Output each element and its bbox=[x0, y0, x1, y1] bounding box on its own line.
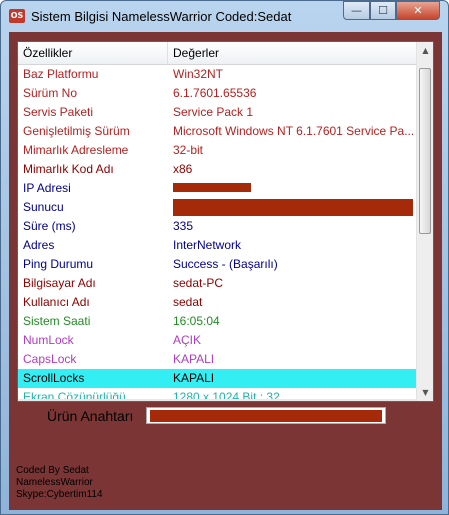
list-row[interactable]: Servis Paketi Service Pack 1 bbox=[18, 103, 416, 122]
value-cell: 335 bbox=[173, 219, 194, 233]
value-cell: KAPALI bbox=[173, 352, 215, 366]
list-row[interactable]: Genişletilmiş Sürüm Microsoft Windows NT … bbox=[18, 122, 416, 141]
product-key-label: Ürün Anahtarı bbox=[47, 408, 134, 424]
title-bar[interactable]: OS Sistem Bilgisi NamelessWarrior Coded:… bbox=[1, 1, 448, 33]
property-cell: Sürüm No bbox=[23, 86, 78, 100]
list-row[interactable]: Adres InterNetwork bbox=[18, 236, 416, 255]
minimize-button[interactable]: — bbox=[343, 1, 370, 20]
property-cell: IP Adresi bbox=[23, 181, 71, 195]
redaction-bar bbox=[173, 183, 251, 192]
list-row[interactable]: Bilgisayar Adı sedat-PC bbox=[18, 274, 416, 293]
property-cell: Mimarlık Kod Adı bbox=[23, 162, 114, 176]
list-row[interactable]: Ping Durumu Success - (Başarılı) bbox=[18, 255, 416, 274]
value-cell: 16:05:04 bbox=[173, 314, 220, 328]
value-cell bbox=[173, 179, 413, 198]
credit-line: Skype:Cybertim114 bbox=[16, 489, 103, 500]
scroll-down-arrow-icon[interactable]: ▼ bbox=[417, 384, 433, 401]
column-header-values[interactable]: Değerler bbox=[168, 42, 416, 64]
value-cell: Microsoft Windows NT 6.1.7601 Service Pa… bbox=[173, 124, 413, 138]
property-cell: Sistem Saati bbox=[23, 314, 91, 328]
value-cell: Service Pack 1 bbox=[173, 105, 254, 119]
property-cell: Adres bbox=[23, 238, 55, 252]
list-row[interactable]: Mimarlık Kod Adı x86 bbox=[18, 160, 416, 179]
list-row[interactable]: Mimarlık Adresleme 32-bit bbox=[18, 141, 416, 160]
value-cell: sedat-PC bbox=[173, 276, 224, 290]
value-cell: InterNetwork bbox=[173, 238, 242, 252]
client-area: Özellikler Değerler Baz Platformu Win32NT… bbox=[9, 32, 442, 510]
redaction-bar bbox=[173, 199, 413, 216]
list-row[interactable]: Sistem Saati 16:05:04 bbox=[18, 312, 416, 331]
credit-line: NamelessWarrior bbox=[16, 477, 93, 488]
property-cell: NumLock bbox=[23, 333, 74, 347]
window-title: Sistem Bilgisi NamelessWarrior Coded:Sed… bbox=[31, 9, 292, 24]
scroll-up-arrow-icon[interactable]: ▲ bbox=[417, 42, 433, 59]
list-row[interactable]: ScrollLocks KAPALI bbox=[18, 369, 416, 388]
value-cell: x86 bbox=[173, 162, 193, 176]
property-cell: Bilgisayar Adı bbox=[23, 276, 96, 290]
value-cell bbox=[173, 198, 413, 217]
listview-rows: Baz Platformu Win32NT Sürüm No 6.1.7601.655… bbox=[18, 65, 416, 401]
scroll-thumb[interactable] bbox=[419, 68, 431, 234]
vertical-scrollbar[interactable]: ▲ ▼ bbox=[416, 42, 433, 401]
property-cell: Ping Durumu bbox=[23, 257, 94, 271]
listview-header: Özellikler Değerler bbox=[18, 42, 416, 65]
property-cell: Sunucu bbox=[23, 200, 64, 214]
list-row[interactable]: Kullanıcı Adı sedat bbox=[18, 293, 416, 312]
value-cell: KAPALI bbox=[173, 371, 215, 385]
app-icon[interactable]: OS bbox=[9, 9, 25, 23]
list-row[interactable]: Süre (ms) 335 bbox=[18, 217, 416, 236]
system-info-listview[interactable]: Özellikler Değerler Baz Platformu Win32NT… bbox=[17, 41, 434, 402]
close-button[interactable]: ✕ bbox=[396, 1, 440, 20]
list-row[interactable]: NumLock AÇIK bbox=[18, 331, 416, 350]
value-cell: Win32NT bbox=[173, 67, 224, 81]
column-header-properties[interactable]: Özellikler bbox=[18, 42, 168, 64]
property-cell: ScrollLocks bbox=[23, 371, 85, 385]
property-cell: Mimarlık Adresleme bbox=[23, 143, 129, 157]
value-cell: 6.1.7601.65536 bbox=[173, 86, 257, 100]
property-cell: Genişletilmiş Sürüm bbox=[23, 124, 130, 138]
maximize-button[interactable]: ☐ bbox=[370, 1, 396, 20]
app-window: OS Sistem Bilgisi NamelessWarrior Coded:… bbox=[0, 0, 449, 515]
property-cell: CapsLock bbox=[23, 352, 77, 366]
list-row[interactable]: CapsLock KAPALI bbox=[18, 350, 416, 369]
value-cell: Success - (Başarılı) bbox=[173, 257, 278, 271]
value-cell: 32-bit bbox=[173, 143, 204, 157]
redaction-bar bbox=[150, 410, 382, 422]
credits: Coded By Sedat NamelessWarrior Skype:Cyb… bbox=[16, 465, 103, 501]
list-row[interactable]: Sunucu bbox=[18, 198, 416, 217]
value-cell: AÇIK bbox=[173, 333, 202, 347]
credit-line: Coded By Sedat bbox=[16, 465, 89, 476]
property-cell: Servis Paketi bbox=[23, 105, 94, 119]
property-cell: Kullanıcı Adı bbox=[23, 295, 90, 309]
product-key-field[interactable] bbox=[146, 407, 386, 424]
value-cell: sedat bbox=[173, 295, 203, 309]
list-row[interactable]: IP Adresi bbox=[18, 179, 416, 198]
property-cell: Baz Platformu bbox=[23, 67, 99, 81]
horizontal-scrollbar[interactable] bbox=[18, 399, 416, 401]
list-row[interactable]: Baz Platformu Win32NT bbox=[18, 65, 416, 84]
list-row[interactable]: Sürüm No 6.1.7601.65536 bbox=[18, 84, 416, 103]
property-cell: Süre (ms) bbox=[23, 219, 76, 233]
